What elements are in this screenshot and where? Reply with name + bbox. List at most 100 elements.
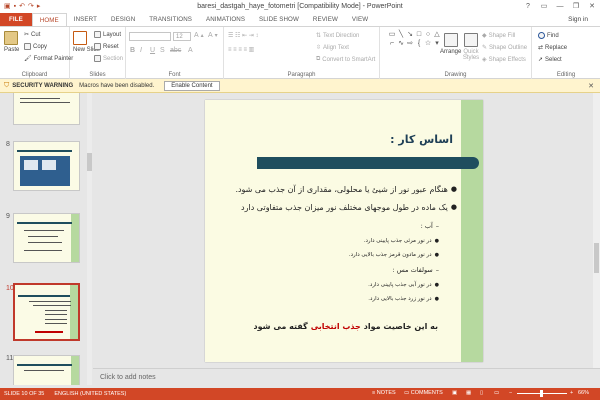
comments-button[interactable]: ▭ COMMENTS xyxy=(404,390,443,396)
slide-sub-subbullet-4[interactable]: ● در نور زرد جذب بالایی دارد. xyxy=(368,296,439,302)
font-color-icon[interactable]: A xyxy=(188,47,193,54)
copy-button[interactable]: Copy xyxy=(24,43,47,50)
align-icons[interactable]: ≡ ≡ ≡ ≡ ▥ xyxy=(228,46,254,53)
scrollbar-thumb[interactable] xyxy=(594,243,599,273)
tab-view[interactable]: VIEW xyxy=(345,13,375,26)
tab-animations[interactable]: ANIMATIONS xyxy=(199,13,252,26)
notes-placeholder[interactable]: Click to add notes xyxy=(100,374,156,381)
zoom-slider-knob[interactable] xyxy=(540,390,543,397)
restore-button[interactable]: ❐ xyxy=(568,0,584,13)
help-button[interactable]: ? xyxy=(520,0,536,13)
right-arrow-shape-icon[interactable]: ⇨ xyxy=(406,40,414,48)
shape-effects-button[interactable]: ◈ Shape Effects xyxy=(482,56,526,64)
strikethrough-icon[interactable]: abc xyxy=(170,47,181,54)
pen-icon: ✎ xyxy=(482,45,488,51)
italic-icon[interactable]: I xyxy=(140,47,142,54)
font-size-box[interactable]: 12 xyxy=(173,32,191,41)
curve-shape-icon[interactable]: ∿ xyxy=(397,40,405,48)
thumbnail-text-line xyxy=(45,319,67,320)
underline-icon[interactable]: U xyxy=(150,47,155,54)
slide-subbullet-copper-sulfate[interactable]: – سولفات مس : xyxy=(392,266,439,274)
thumbnail-text-line xyxy=(20,102,70,103)
tab-home[interactable]: HOME xyxy=(31,13,67,26)
grow-font-icon[interactable]: A ▴ xyxy=(194,32,204,39)
scrollbar-thumb[interactable] xyxy=(87,153,92,171)
slide-subbullet-water[interactable]: – آب : xyxy=(421,222,439,230)
reset-icon xyxy=(94,43,101,50)
shadow-icon[interactable]: S xyxy=(160,47,165,54)
line-shape-icon[interactable]: ╲ xyxy=(397,31,405,39)
elbow-shape-icon[interactable]: ⌐ xyxy=(388,40,396,48)
language-indicator[interactable]: ENGLISH (UNITED STATES) xyxy=(54,391,126,397)
close-button[interactable]: ✕ xyxy=(584,0,600,13)
format-painter-button[interactable]: 🖌 Format Painter xyxy=(24,55,73,63)
enable-content-button[interactable]: Enable Content xyxy=(164,80,220,91)
slide-sub-subbullet-3[interactable]: ● در نور آبی جذب پایینی دارد. xyxy=(368,282,439,288)
thumbnails-scrollbar[interactable] xyxy=(87,93,92,385)
slide-thumbnail-8[interactable] xyxy=(13,141,80,191)
tab-file[interactable]: FILE xyxy=(0,13,32,26)
rectangle-shape-icon[interactable]: ▭ xyxy=(388,31,396,39)
slide-thumbnail-9[interactable] xyxy=(13,213,80,263)
brace-shape-icon[interactable]: { xyxy=(415,40,423,48)
scissors-icon: ✂ xyxy=(24,32,30,38)
notes-divider[interactable] xyxy=(93,368,600,369)
slide-thumbnail-11[interactable] xyxy=(13,355,80,385)
zoom-in-icon[interactable]: + xyxy=(570,390,573,396)
paste-button[interactable]: Paste xyxy=(4,31,19,53)
bullets-icon[interactable]: ☰ ☷ ⇤ ⇥ ↕ xyxy=(228,32,258,39)
normal-view-icon[interactable]: ▣ xyxy=(452,390,457,396)
shape-outline-button[interactable]: ✎ Shape Outline xyxy=(482,44,527,52)
select-button[interactable]: ➚ Select xyxy=(538,56,562,64)
notes-button[interactable]: ≡ NOTES xyxy=(372,390,396,396)
reset-button[interactable]: Reset xyxy=(94,43,119,50)
shape-fill-button[interactable]: ◆ Shape Fill xyxy=(482,32,515,40)
square-shape-icon[interactable]: □ xyxy=(415,31,423,39)
slideshow-view-icon[interactable]: ▭ xyxy=(494,390,499,396)
tab-design[interactable]: DESIGN xyxy=(104,13,142,26)
find-button[interactable]: Find xyxy=(538,32,559,39)
zoom-out-icon[interactable]: − xyxy=(509,390,512,396)
arrange-button[interactable]: Arrange xyxy=(440,33,461,55)
current-slide[interactable]: اساس کار : ● هنگام عبور نور از شیئ یا مح… xyxy=(205,100,483,362)
slide-bullet-2[interactable]: ● یک ماده در طول موجهای مختلف نور میزان … xyxy=(241,203,457,212)
slide-bullet-1[interactable]: ● هنگام عبور نور از شیئ یا محلولی، مقدار… xyxy=(235,185,457,194)
font-name-box[interactable] xyxy=(129,32,171,41)
slide-sorter-icon[interactable]: ▦ xyxy=(466,390,471,396)
conclusion-text-start: به این خاصیت مواد xyxy=(363,322,438,331)
close-icon[interactable]: ✕ xyxy=(588,82,594,90)
convert-smartart-button[interactable]: ⧉ Convert to SmartArt xyxy=(316,56,375,63)
slide-conclusion-text[interactable]: به این خاصیت مواد جذب انتخابی گفته می شو… xyxy=(254,322,438,331)
tab-slide-show[interactable]: SLIDE SHOW xyxy=(252,13,306,26)
ribbon-display-options-button[interactable]: ▭ xyxy=(536,0,552,13)
arrow-shape-icon[interactable]: ↘ xyxy=(406,31,414,39)
slide-title[interactable]: اساس کار : xyxy=(390,133,453,146)
replace-icon: ⇄ xyxy=(538,45,544,51)
sign-in-link[interactable]: Sign in xyxy=(568,16,588,23)
arrange-icon xyxy=(443,33,458,47)
thumbnail-text-line xyxy=(33,305,71,306)
shapes-gallery[interactable]: ▭ ╲ ↘ □ ○ △ ⌐ ∿ ⇨ { ☆ ▾ xyxy=(388,31,440,57)
slide-thumbnail-7[interactable] xyxy=(13,93,80,125)
replace-button[interactable]: ⇄ Replace xyxy=(538,44,567,52)
slide-sub-subbullet-1[interactable]: ● در نور مرئی جذب پایینی دارد. xyxy=(364,238,439,244)
cut-button[interactable]: ✂ Cut xyxy=(24,31,40,39)
minimize-button[interactable]: — xyxy=(552,0,568,13)
align-text-button[interactable]: ⇳ Align Text xyxy=(316,44,349,52)
reading-view-icon[interactable]: ▯ xyxy=(480,390,483,396)
shrink-font-icon[interactable]: A ▾ xyxy=(208,32,218,39)
quick-styles-button[interactable]: Quick Styles xyxy=(462,33,480,61)
editor-scrollbar[interactable] xyxy=(593,93,600,368)
slide-sub-subbullet-2[interactable]: ● در نور مادون قرمز جذب بالایی دارد. xyxy=(349,252,439,258)
tab-transitions[interactable]: TRANSITIONS xyxy=(142,13,199,26)
zoom-level[interactable]: 66% xyxy=(578,390,589,396)
tab-review[interactable]: REVIEW xyxy=(306,13,345,26)
star-shape-icon[interactable]: ☆ xyxy=(424,40,432,48)
tab-insert[interactable]: INSERT xyxy=(67,13,104,26)
layout-button[interactable]: Layout xyxy=(94,31,121,38)
text-direction-button[interactable]: ⇅ Text Direction xyxy=(316,32,359,40)
slide-thumbnail-10[interactable] xyxy=(13,283,80,341)
oval-shape-icon[interactable]: ○ xyxy=(424,31,432,39)
section-button[interactable]: Section xyxy=(94,55,123,62)
bold-icon[interactable]: B xyxy=(130,47,135,54)
